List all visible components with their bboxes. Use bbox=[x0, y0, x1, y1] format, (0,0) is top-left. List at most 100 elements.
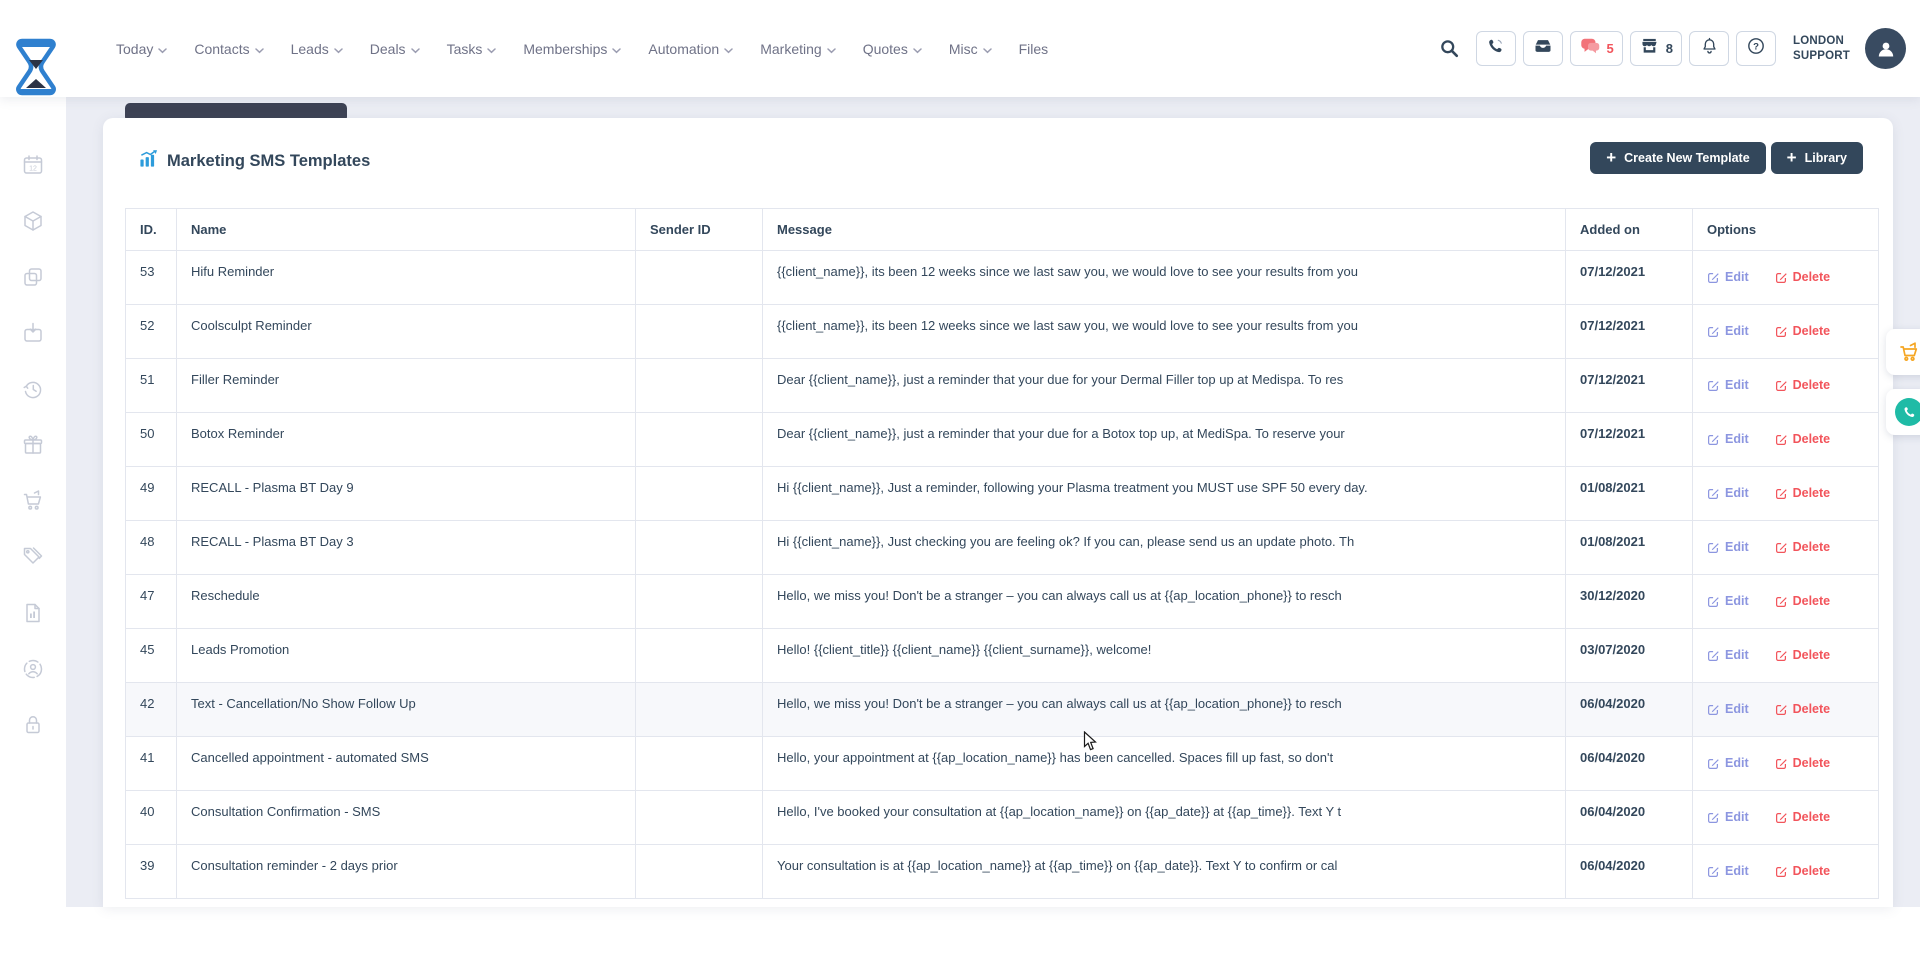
search-icon[interactable] bbox=[1439, 38, 1460, 59]
row-name: Text - Cancellation/No Show Follow Up bbox=[177, 683, 636, 737]
nav-item-tasks[interactable]: Tasks bbox=[447, 41, 497, 57]
nav-item-quotes[interactable]: Quotes bbox=[863, 41, 922, 57]
delete-button[interactable]: Delete bbox=[1775, 486, 1831, 500]
sidebar-item-gift[interactable] bbox=[21, 433, 45, 457]
sidebar-item-package[interactable] bbox=[21, 209, 45, 233]
delete-button[interactable]: Delete bbox=[1775, 810, 1831, 824]
edit-icon bbox=[1707, 541, 1720, 554]
edit-button[interactable]: Edit bbox=[1707, 540, 1749, 554]
row-name: Filler Reminder bbox=[177, 359, 636, 413]
edit-button[interactable]: Edit bbox=[1707, 324, 1749, 338]
nav-item-misc[interactable]: Misc bbox=[949, 41, 992, 57]
create-new-template-button[interactable]: + Create New Template bbox=[1590, 142, 1765, 174]
edit-button[interactable]: Edit bbox=[1707, 432, 1749, 446]
row-id: 53 bbox=[126, 251, 177, 305]
user-avatar[interactable] bbox=[1865, 28, 1906, 69]
chevron-down-icon bbox=[334, 41, 343, 57]
nav-item-files[interactable]: Files bbox=[1019, 41, 1049, 57]
delete-button[interactable]: Delete bbox=[1775, 378, 1831, 392]
nav-item-today[interactable]: Today bbox=[116, 41, 167, 57]
sidebar-item-tags[interactable] bbox=[21, 545, 45, 569]
row-sender-id bbox=[636, 521, 763, 575]
row-name: RECALL - Plasma BT Day 3 bbox=[177, 521, 636, 575]
chat-button[interactable]: 5 bbox=[1570, 31, 1623, 66]
nav-item-marketing[interactable]: Marketing bbox=[760, 41, 835, 57]
nav-item-deals[interactable]: Deals bbox=[370, 41, 420, 57]
table-row: 52 Coolsculpt Reminder {{client_name}}, … bbox=[126, 305, 1879, 359]
delete-icon bbox=[1775, 757, 1788, 770]
sidebar-item-calendar[interactable]: 12 bbox=[21, 153, 45, 177]
phone-button[interactable] bbox=[1476, 31, 1516, 66]
help-button[interactable]: ? bbox=[1736, 31, 1776, 66]
header-actions: + Create New Template + Library bbox=[1590, 142, 1863, 174]
templates-table-wrap: ID.NameSender IDMessageAdded onOptions 5… bbox=[125, 208, 1879, 899]
edit-button[interactable]: Edit bbox=[1707, 270, 1749, 284]
sidebar-item-account[interactable] bbox=[21, 657, 45, 681]
row-id: 40 bbox=[126, 791, 177, 845]
nav-item-automation[interactable]: Automation bbox=[648, 41, 733, 57]
edit-button[interactable]: Edit bbox=[1707, 486, 1749, 500]
edit-icon bbox=[1707, 271, 1720, 284]
row-sender-id bbox=[636, 683, 763, 737]
row-options: Edit Delete bbox=[1693, 737, 1879, 791]
nav-item-leads[interactable]: Leads bbox=[291, 41, 343, 57]
sidebar-item-copy[interactable] bbox=[21, 265, 45, 289]
row-added-on: 07/12/2021 bbox=[1566, 359, 1693, 413]
edit-icon bbox=[1707, 703, 1720, 716]
delete-button[interactable]: Delete bbox=[1775, 432, 1831, 446]
edit-button[interactable]: Edit bbox=[1707, 378, 1749, 392]
edit-button[interactable]: Edit bbox=[1707, 594, 1749, 608]
row-name: Consultation Confirmation - SMS bbox=[177, 791, 636, 845]
sidebar-item-report[interactable] bbox=[21, 601, 45, 625]
row-sender-id bbox=[636, 359, 763, 413]
bell-button[interactable] bbox=[1689, 31, 1729, 66]
edit-button[interactable]: Edit bbox=[1707, 702, 1749, 716]
delete-icon bbox=[1775, 325, 1788, 338]
edit-button[interactable]: Edit bbox=[1707, 648, 1749, 662]
delete-icon bbox=[1775, 595, 1788, 608]
library-button[interactable]: + Library bbox=[1771, 142, 1863, 174]
icon-button-group: 58? bbox=[1476, 31, 1776, 66]
row-message: Dear {{client_name}}, just a reminder th… bbox=[763, 359, 1566, 413]
column-header-id: ID. bbox=[126, 209, 177, 251]
svg-text:?: ? bbox=[1753, 42, 1759, 53]
row-options: Edit Delete bbox=[1693, 521, 1879, 575]
edit-button[interactable]: Edit bbox=[1707, 810, 1749, 824]
plus-icon: + bbox=[1787, 149, 1797, 166]
cart-widget-button[interactable] bbox=[1886, 329, 1920, 375]
table-row: 39 Consultation reminder - 2 days prior … bbox=[126, 845, 1879, 899]
delete-button[interactable]: Delete bbox=[1775, 756, 1831, 770]
store-button[interactable]: 8 bbox=[1630, 31, 1682, 66]
sidebar-item-basket[interactable] bbox=[21, 321, 45, 345]
row-id: 52 bbox=[126, 305, 177, 359]
inbox-button[interactable] bbox=[1523, 31, 1563, 66]
sidebar-item-history[interactable] bbox=[21, 377, 45, 401]
bell-icon bbox=[1700, 36, 1719, 61]
nav-item-memberships[interactable]: Memberships bbox=[523, 41, 621, 57]
delete-button[interactable]: Delete bbox=[1775, 324, 1831, 338]
row-message: Hi {{client_name}}, Just a reminder, fol… bbox=[763, 467, 1566, 521]
nav-item-contacts[interactable]: Contacts bbox=[194, 41, 263, 57]
edit-button[interactable]: Edit bbox=[1707, 756, 1749, 770]
delete-button[interactable]: Delete bbox=[1775, 594, 1831, 608]
edit-icon bbox=[1707, 595, 1720, 608]
chevron-down-icon bbox=[255, 41, 264, 57]
row-added-on: 03/07/2020 bbox=[1566, 629, 1693, 683]
sidebar-item-cart[interactable] bbox=[21, 489, 45, 513]
delete-icon bbox=[1775, 379, 1788, 392]
delete-button[interactable]: Delete bbox=[1775, 540, 1831, 554]
delete-button[interactable]: Delete bbox=[1775, 270, 1831, 284]
delete-button[interactable]: Delete bbox=[1775, 648, 1831, 662]
edit-button[interactable]: Edit bbox=[1707, 864, 1749, 878]
row-message: Hello, I've booked your consultation at … bbox=[763, 791, 1566, 845]
delete-button[interactable]: Delete bbox=[1775, 864, 1831, 878]
phone-widget-button[interactable] bbox=[1886, 389, 1920, 435]
row-options: Edit Delete bbox=[1693, 251, 1879, 305]
row-name: Botox Reminder bbox=[177, 413, 636, 467]
app-logo-icon[interactable] bbox=[13, 38, 59, 98]
delete-button[interactable]: Delete bbox=[1775, 702, 1831, 716]
row-id: 50 bbox=[126, 413, 177, 467]
sidebar-item-lock[interactable] bbox=[21, 713, 45, 737]
row-sender-id bbox=[636, 629, 763, 683]
table-row: 40 Consultation Confirmation - SMS Hello… bbox=[126, 791, 1879, 845]
